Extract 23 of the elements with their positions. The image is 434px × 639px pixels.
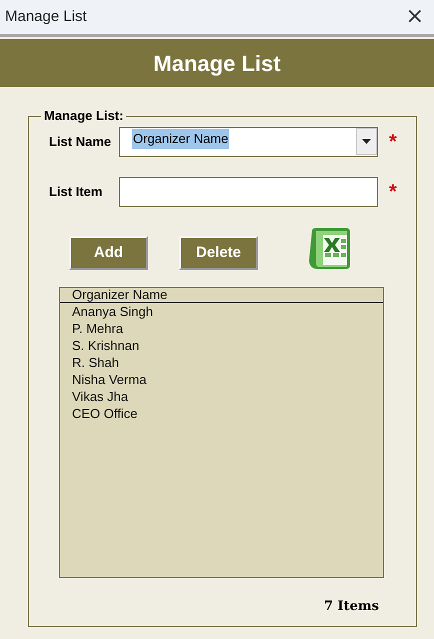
close-button[interactable]: × <box>406 6 424 28</box>
list-item[interactable]: S. Krishnan <box>60 337 383 354</box>
list-item[interactable]: Vikas Jha <box>60 388 383 405</box>
spreadsheet-icon[interactable] <box>306 227 352 272</box>
list-item[interactable]: Ananya Singh <box>60 303 383 320</box>
list-item[interactable]: R. Shah <box>60 354 383 371</box>
group-legend: Manage List: <box>41 108 126 124</box>
list-item[interactable]: CEO Office <box>60 405 383 422</box>
list-item[interactable]: P. Mehra <box>60 320 383 337</box>
add-button[interactable]: Add <box>69 236 148 270</box>
field-label: List Item <box>49 183 104 202</box>
required-mark: * <box>389 182 397 202</box>
window-title: Manage List <box>5 6 87 27</box>
header-title: Manage List <box>153 50 281 78</box>
delete-button[interactable]: Delete <box>179 236 258 270</box>
list-item[interactable]: Nisha Verma <box>60 371 383 388</box>
dropdown-value: Organizer Name <box>132 129 230 148</box>
required-mark: * <box>389 132 397 152</box>
list-item-field[interactable] <box>119 177 378 207</box>
item-count: 7 Items <box>324 598 379 616</box>
list-name-dropdown[interactable]: Organizer Name <box>119 127 378 157</box>
field-label: List Name <box>49 133 112 152</box>
list-header: Organizer Name <box>60 288 383 303</box>
